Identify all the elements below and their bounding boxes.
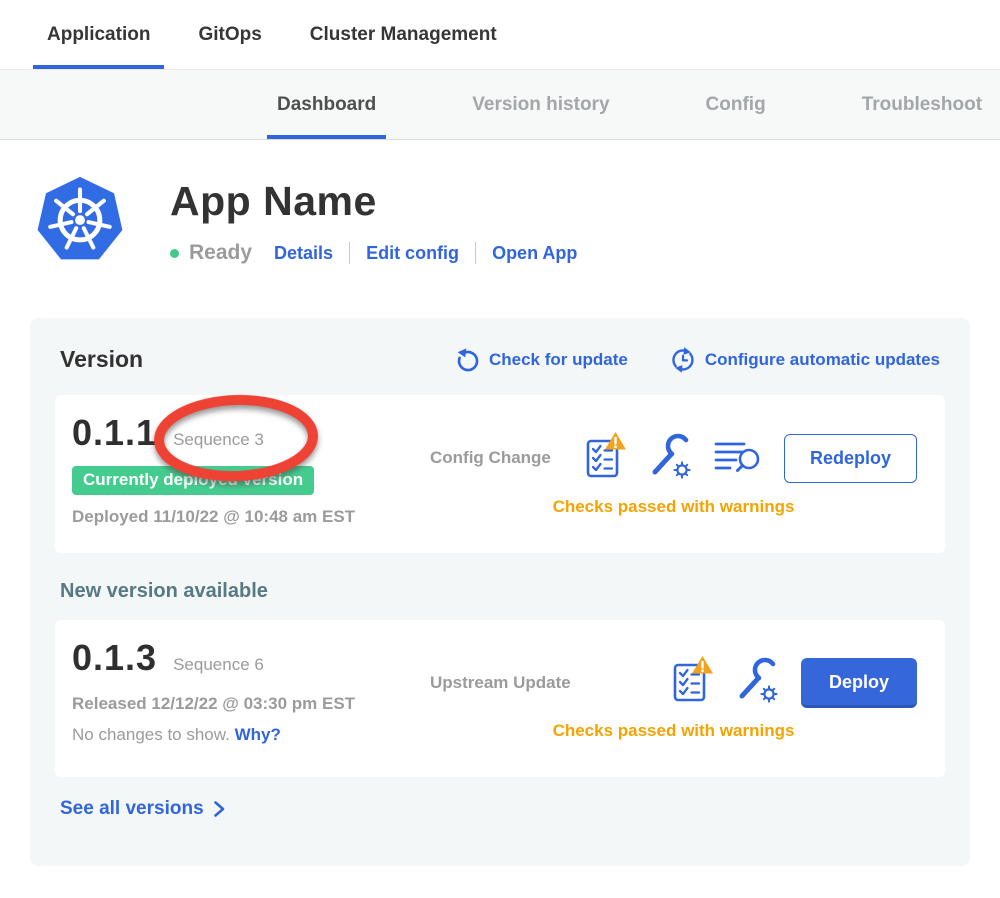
check-for-update-label: Check for update [489,350,628,370]
file-search-icon[interactable] [714,437,762,480]
tab-troubleshoot[interactable]: Troubleshoot [852,70,992,139]
tab-gitops[interactable]: GitOps [184,0,275,69]
wrench-gear-icon[interactable] [735,657,779,708]
currently-deployed-badge: Currently deployed version [72,466,314,495]
open-app-link[interactable]: Open App [492,243,577,264]
see-all-versions-link[interactable]: See all versions [60,798,945,820]
preflight-checks-icon[interactable] [673,656,713,709]
edit-config-link[interactable]: Edit config [366,243,459,264]
available-sequence-label: Sequence 6 [173,655,264,675]
preflight-checks-icon[interactable] [586,432,626,485]
version-source-label: Config Change [430,448,551,468]
checks-status-text: Checks passed with warnings [430,721,917,741]
current-version-card: 0.1.1 Sequence 3 Currently deployed vers… [55,395,945,553]
tab-application[interactable]: Application [33,0,164,69]
tab-config[interactable]: Config [696,70,776,139]
version-source-label: Upstream Update [430,673,571,693]
redeploy-button[interactable]: Redeploy [784,434,917,483]
top-nav: Application GitOps Cluster Management [0,0,1000,70]
released-timestamp: Released 12/12/22 @ 03:30 pm EST [72,694,430,714]
configure-auto-updates-link[interactable]: Configure automatic updates [670,347,940,373]
no-changes-note: No changes to show. [72,725,230,744]
kubernetes-logo-icon [35,172,125,270]
current-version-number: 0.1.1 [72,412,157,454]
tab-cluster-management[interactable]: Cluster Management [296,0,511,69]
deployed-timestamp: Deployed 11/10/22 @ 10:48 am EST [72,507,430,527]
app-header: App Name Ready Details Edit config Open … [35,172,1000,270]
available-version-card: 0.1.3 Sequence 6 Released 12/12/22 @ 03:… [55,620,945,777]
divider [349,242,350,264]
version-panel: Version Check for update Configure autom… [30,318,970,866]
deploy-button[interactable]: Deploy [801,658,917,708]
auto-update-clock-icon [670,347,696,373]
check-for-update-link[interactable]: Check for update [456,348,628,372]
configure-auto-updates-label: Configure automatic updates [705,350,940,370]
new-version-heading: New version available [60,580,945,603]
checks-status-text: Checks passed with warnings [430,497,917,517]
app-status-label: Ready [189,241,252,265]
refresh-icon [456,348,480,372]
see-all-versions-label: See all versions [60,798,204,820]
sub-nav: Dashboard Version history Config Trouble… [0,70,1000,140]
status-ready-dot-icon [170,249,179,258]
tab-dashboard[interactable]: Dashboard [267,70,386,139]
divider [475,242,476,264]
tab-version-history[interactable]: Version history [462,70,619,139]
available-version-number: 0.1.3 [72,637,157,679]
why-link[interactable]: Why? [235,725,281,744]
details-link[interactable]: Details [274,243,333,264]
chevron-right-icon [213,800,226,818]
app-name-title: App Name [170,178,577,225]
current-sequence-label: Sequence 3 [173,430,264,450]
version-section-title: Version [60,346,143,373]
wrench-gear-icon[interactable] [648,433,692,484]
